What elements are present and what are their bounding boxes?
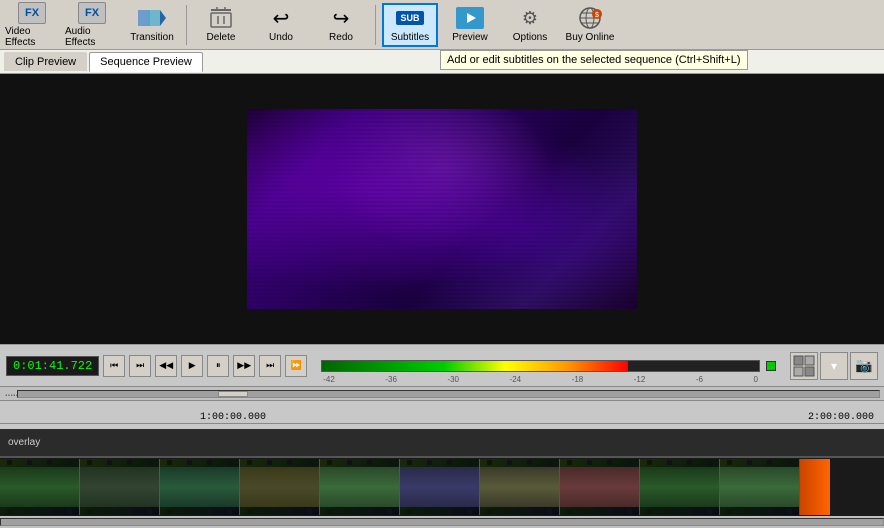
film-frame (640, 459, 720, 515)
options-button[interactable]: ⚙ Options (502, 3, 558, 47)
rewind-button[interactable]: ◀◀ (155, 355, 177, 377)
subtitles-button[interactable]: SUB Subtitles (382, 3, 438, 47)
timeline-ruler-ticks (0, 423, 884, 429)
subtitles-icon: SUB (396, 6, 424, 30)
audio-meter-fill (322, 361, 628, 371)
film-frame (320, 459, 400, 515)
buy-online-label: Buy Online (566, 32, 615, 43)
scroll-area: ····· (0, 386, 884, 400)
video-effects-icon: FX (18, 2, 46, 24)
next-frame-button[interactable]: ⏭ (259, 355, 281, 377)
sep2 (375, 5, 376, 45)
redo-icon: ↪ (327, 6, 355, 30)
video-preview (247, 109, 637, 309)
transport-bar: 0:01:41.722 ⏮ ⏭ ◀◀ ▶ ⏸ ▶▶ ⏭ ⏩ -42 -36 -3… (0, 344, 884, 386)
preview-icon (456, 6, 484, 30)
buy-online-button[interactable]: $ Buy Online (562, 3, 618, 47)
main-preview-area (0, 74, 884, 344)
film-frame (720, 459, 800, 515)
prev-frame-button[interactable]: ⏭ (129, 355, 151, 377)
film-frame (400, 459, 480, 515)
audio-meter-labels: -42 -36 -30 -24 -18 -12 -6 0 (321, 375, 760, 384)
pause-button[interactable]: ⏸ (207, 355, 229, 377)
tab-sequence-preview[interactable]: Sequence Preview (89, 52, 203, 72)
undo-button[interactable]: ↩ Undo (253, 3, 309, 47)
go-to-start-button[interactable]: ⏮ (103, 355, 125, 377)
film-frame (160, 459, 240, 515)
transition-button[interactable]: Transition (124, 3, 180, 47)
timeline-time-ruler: 1:00:00.000 2:00:00.000 (0, 401, 884, 429)
delete-button[interactable]: Delete (193, 3, 249, 47)
timeline-time-start: 1:00:00.000 (200, 412, 266, 423)
scroll-track[interactable] (17, 390, 880, 398)
svg-text:$: $ (595, 12, 599, 19)
audio-effects-button[interactable]: FX Audio Effects (64, 3, 120, 47)
toolbar: FX Video Effects FX Audio Effects Transi… (0, 0, 884, 50)
fast-forward-button[interactable]: ▶▶ (233, 355, 255, 377)
bottom-scroll-bar[interactable] (0, 516, 884, 528)
filmstrip-end (800, 459, 830, 515)
delete-label: Delete (207, 32, 236, 43)
buy-online-icon: $ (576, 6, 604, 30)
preview-label: Preview (452, 32, 488, 43)
transition-label: Transition (130, 32, 174, 43)
audio-meter (321, 360, 760, 372)
film-frame (0, 459, 80, 515)
preview-button[interactable]: Preview (442, 3, 498, 47)
sep1 (186, 5, 187, 45)
options-label: Options (513, 32, 547, 43)
track-area: overlay (0, 428, 884, 528)
timeline-time-end: 2:00:00.000 (808, 412, 874, 423)
view-mode-button[interactable] (790, 352, 818, 380)
undo-icon: ↩ (267, 6, 295, 30)
audio-effects-icon: FX (78, 2, 106, 24)
subtitles-tooltip: Add or edit subtitles on the selected se… (440, 50, 748, 70)
audio-effects-label: Audio Effects (65, 26, 119, 48)
transition-icon (138, 6, 166, 30)
timecode-display: 0:01:41.722 (6, 356, 99, 376)
audio-meter-container: -42 -36 -30 -24 -18 -12 -6 0 (311, 360, 786, 372)
delete-icon (207, 6, 235, 30)
preview-container (0, 74, 884, 344)
tab-clip-preview[interactable]: Clip Preview (4, 52, 87, 71)
timeline-ruler: 1:00:00.000 2:00:00.000 (0, 400, 884, 428)
video-effects-button[interactable]: FX Video Effects (4, 3, 60, 47)
film-frame (480, 459, 560, 515)
filmstrip (0, 456, 884, 516)
video-effects-label: Video Effects (5, 26, 59, 48)
audio-peak-indicator (766, 361, 776, 371)
play-button[interactable]: ▶ (181, 355, 203, 377)
overlay-track-label: overlay (0, 428, 884, 456)
redo-button[interactable]: ↪ Redo (313, 3, 369, 47)
view-dropdown-button[interactable]: ▾ (820, 352, 848, 380)
view-buttons: ▾ 📷 (790, 352, 878, 380)
snapshot-button[interactable]: 📷 (850, 352, 878, 380)
film-frame (80, 459, 160, 515)
subtitles-label: Subtitles (391, 32, 429, 43)
film-frame (560, 459, 640, 515)
redo-label: Redo (329, 32, 353, 43)
bottom-scroll-track[interactable] (0, 518, 884, 526)
go-to-end-button[interactable]: ⏩ (285, 355, 307, 377)
film-frame (240, 459, 320, 515)
undo-label: Undo (269, 32, 293, 43)
options-icon: ⚙ (516, 6, 544, 30)
scroll-thumb[interactable] (218, 391, 248, 397)
